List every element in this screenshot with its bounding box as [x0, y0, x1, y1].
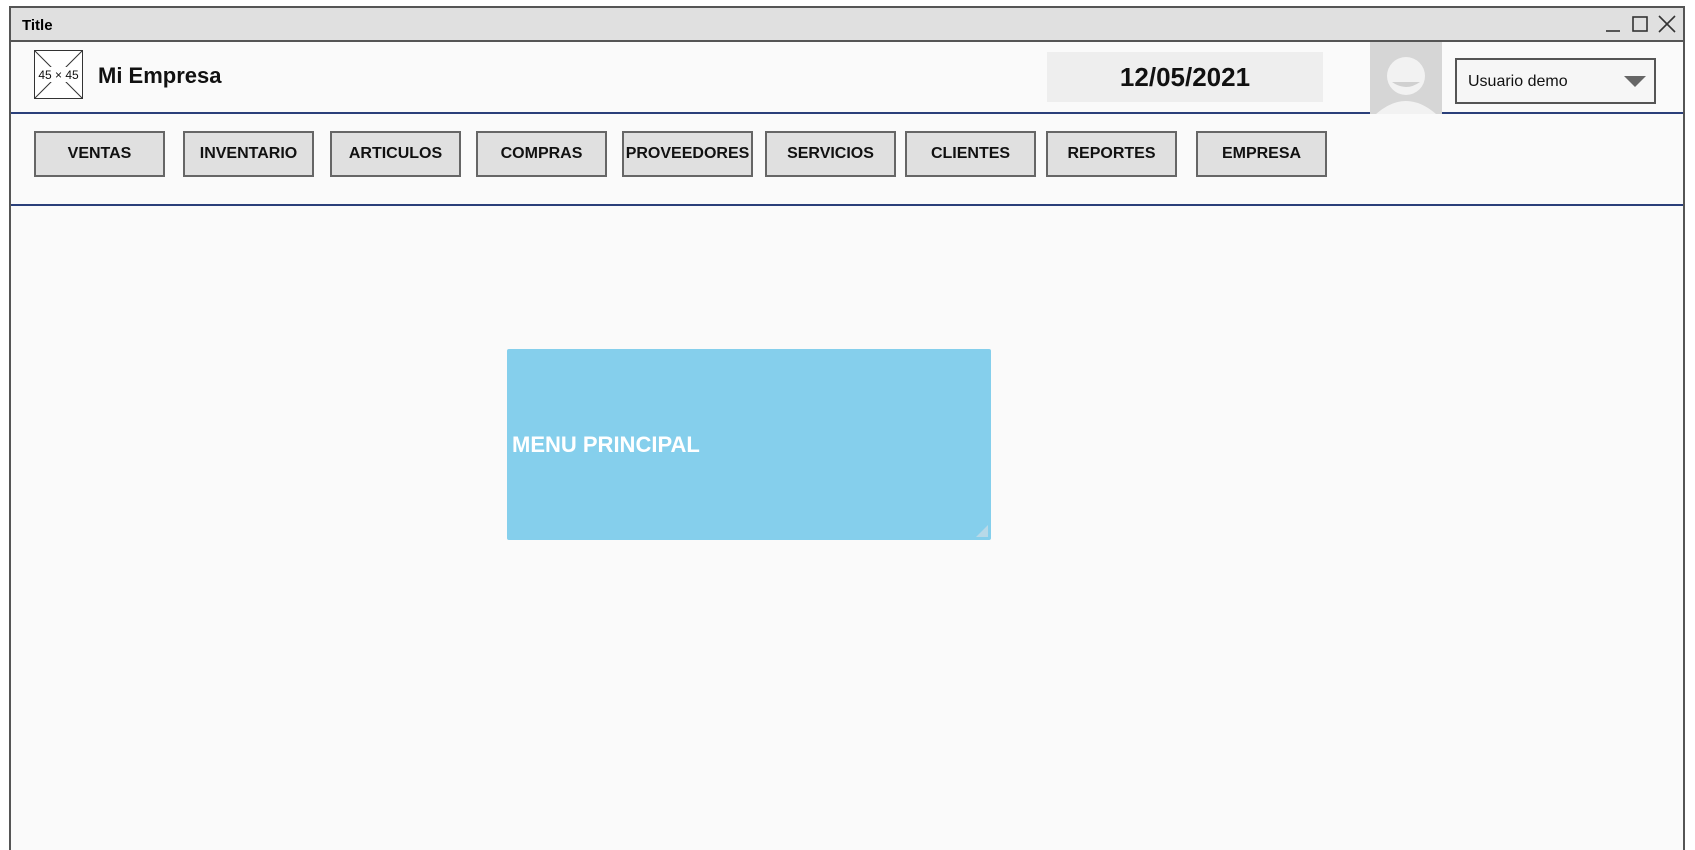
- nav-button-proveedores[interactable]: PROVEEDORES: [622, 131, 753, 177]
- main-nav: VENTAS INVENTARIO ARTICULOS COMPRAS PROV…: [11, 114, 1683, 206]
- nav-button-inventario[interactable]: INVENTARIO: [183, 131, 314, 177]
- main-menu-label: MENU PRINCIPAL: [512, 432, 700, 457]
- main-menu-panel: MENU PRINCIPAL: [507, 349, 991, 540]
- maximize-icon[interactable]: [1630, 14, 1650, 34]
- date-display: 12/05/2021: [1047, 52, 1323, 102]
- user-avatar-icon: [1370, 42, 1442, 114]
- nav-button-compras[interactable]: COMPRAS: [476, 131, 607, 177]
- logo-placeholder: 45 × 45: [34, 50, 83, 99]
- window-title: Title: [22, 17, 53, 34]
- nav-button-clientes[interactable]: CLIENTES: [905, 131, 1036, 177]
- nav-button-servicios[interactable]: SERVICIOS: [765, 131, 896, 177]
- minimize-icon[interactable]: [1603, 14, 1623, 34]
- chevron-down-icon: [1624, 76, 1646, 87]
- nav-button-ventas[interactable]: VENTAS: [34, 131, 165, 177]
- logo-placeholder-label: 45 × 45: [38, 68, 79, 82]
- title-bar: Title: [11, 8, 1683, 42]
- avatar[interactable]: [1370, 42, 1442, 114]
- resize-grip-icon[interactable]: [976, 525, 988, 537]
- company-name: Mi Empresa: [98, 63, 222, 88]
- user-dropdown-value: Usuario demo: [1468, 73, 1568, 90]
- nav-button-articulos[interactable]: ARTICULOS: [330, 131, 461, 177]
- close-icon[interactable]: [1657, 14, 1677, 34]
- nav-button-empresa[interactable]: EMPRESA: [1196, 131, 1327, 177]
- window-controls: [1603, 13, 1677, 35]
- date-text: 12/05/2021: [1119, 61, 1251, 92]
- user-dropdown[interactable]: Usuario demo: [1455, 58, 1656, 104]
- header-bar: 45 × 45 Mi Empresa 12/05/2021 Usuario de…: [11, 42, 1683, 114]
- nav-button-reportes[interactable]: REPORTES: [1046, 131, 1177, 177]
